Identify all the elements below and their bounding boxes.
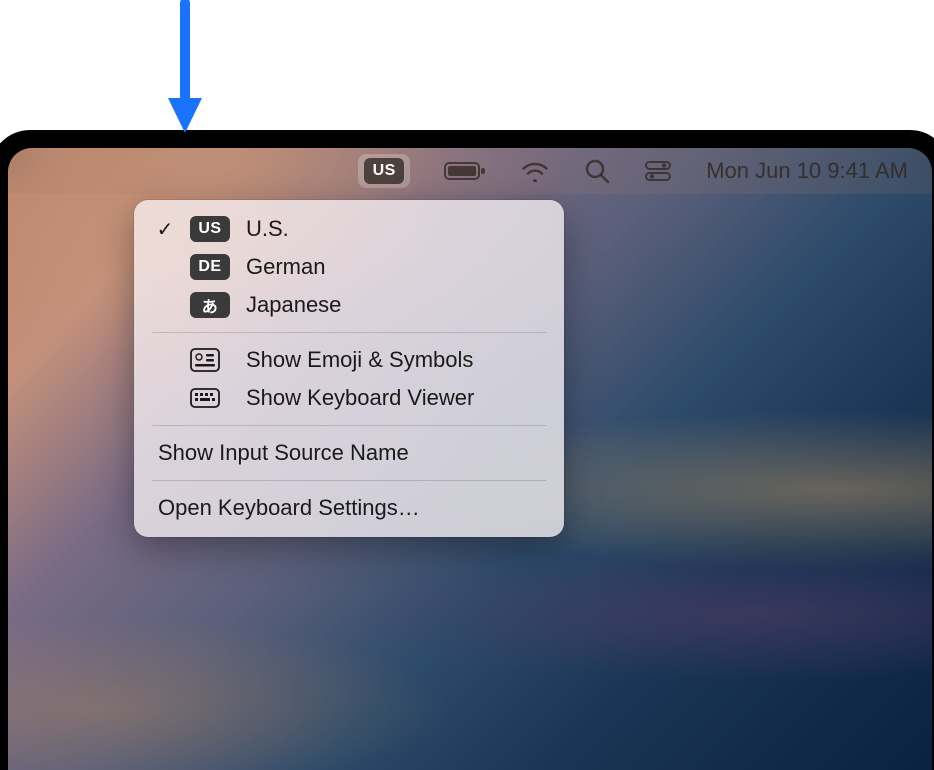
menu-item-label: Show Keyboard Viewer <box>246 385 544 411</box>
menu-item-emoji-symbols[interactable]: Show Emoji & Symbols <box>134 341 564 379</box>
menubar-datetime[interactable]: Mon Jun 10 9:41 AM <box>706 158 908 184</box>
lang-badge-ja: あ <box>190 292 230 318</box>
search-icon[interactable] <box>584 158 610 184</box>
lang-badge-de: DE <box>190 254 230 280</box>
battery-icon[interactable] <box>444 161 486 181</box>
menu-item-label: Japanese <box>246 292 544 318</box>
input-source-item-japanese[interactable]: あ Japanese <box>134 286 564 324</box>
checkmark-icon: ✓ <box>152 217 178 242</box>
input-source-item-us[interactable]: ✓ US U.S. <box>134 210 564 248</box>
desktop-screen: US <box>8 148 932 770</box>
keyboard-viewer-icon <box>190 386 220 410</box>
wifi-icon[interactable] <box>520 160 550 182</box>
lang-badge-us: US <box>190 216 230 242</box>
input-source-item-german[interactable]: DE German <box>134 248 564 286</box>
menu-item-keyboard-viewer[interactable]: Show Keyboard Viewer <box>134 379 564 417</box>
input-source-menubar-item[interactable]: US <box>358 154 410 188</box>
control-center-icon[interactable] <box>644 160 672 182</box>
input-source-badge: US <box>364 158 404 184</box>
annotation-arrow <box>160 0 210 143</box>
menu-separator <box>152 332 546 333</box>
menu-item-label: Show Emoji & Symbols <box>246 347 544 373</box>
menu-item-show-source-name[interactable]: Show Input Source Name <box>134 434 564 472</box>
device-frame: US <box>0 130 934 770</box>
menubar: US <box>8 148 932 194</box>
menu-separator <box>152 425 546 426</box>
emoji-symbols-icon <box>190 348 220 372</box>
menu-separator <box>152 480 546 481</box>
menu-item-label: German <box>246 254 544 280</box>
input-source-menu: ✓ US U.S. DE German あ Japanese <box>134 200 564 537</box>
menu-item-label: U.S. <box>246 216 544 242</box>
menu-item-label: Show Input Source Name <box>152 440 544 466</box>
menu-item-label: Open Keyboard Settings… <box>152 495 544 521</box>
menu-item-open-keyboard-settings[interactable]: Open Keyboard Settings… <box>134 489 564 527</box>
